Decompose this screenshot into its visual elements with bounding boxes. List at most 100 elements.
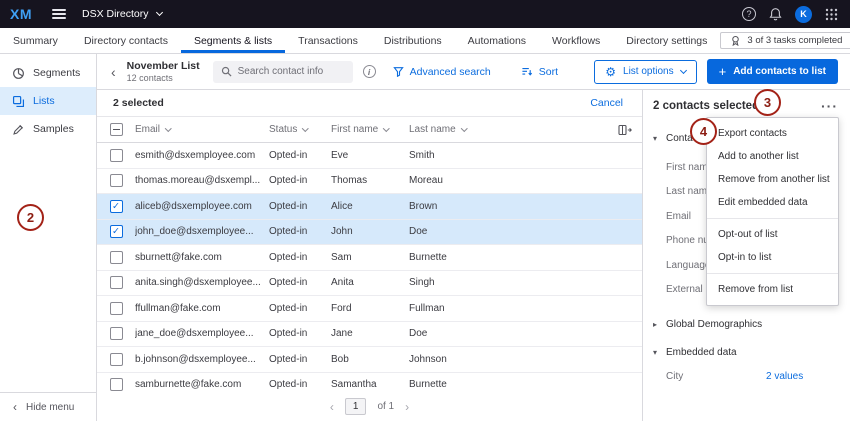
row-checkbox[interactable]: ✓ (110, 200, 123, 213)
xm-logo: XM (10, 6, 32, 22)
sidebar-item-lists[interactable]: Lists (0, 87, 96, 115)
add-contacts-button[interactable]: + Add contacts to list (707, 59, 838, 84)
sidebar-item-samples[interactable]: Samples (0, 115, 96, 143)
select-all-checkbox[interactable] (110, 123, 123, 136)
cell-email: john_doe@dsxemployee... (135, 226, 269, 237)
back-button[interactable]: ‹ (111, 65, 116, 79)
column-header-status[interactable]: Status (269, 124, 331, 135)
tab-transactions[interactable]: Transactions (285, 28, 371, 53)
chevron-down-icon (680, 66, 687, 73)
tab-workflows[interactable]: Workflows (539, 28, 613, 53)
prev-page-button[interactable]: ‹ (330, 401, 334, 413)
menu-item-remove-from-another-list[interactable]: Remove from another list (707, 168, 838, 191)
tab-segments-lists[interactable]: Segments & lists (181, 28, 285, 53)
list-title-block: November List 12 contacts (127, 60, 200, 83)
notifications-bell-icon[interactable] (769, 7, 782, 21)
cell-first-name: Eve (331, 150, 409, 161)
panel-header: 2 contacts selected ··· (653, 100, 838, 112)
row-checkbox[interactable] (110, 276, 123, 289)
column-header-first-name[interactable]: First name (331, 124, 409, 135)
cell-last-name: Smith (409, 150, 608, 161)
cell-email: esmith@dsxemployee.com (135, 150, 269, 161)
sidebar-item-segments[interactable]: Segments (0, 59, 96, 87)
row-checkbox[interactable] (110, 353, 123, 366)
sidebar-item-label: Samples (33, 123, 74, 135)
table-row[interactable]: ffullman@fake.comOpted-inFordFullman (97, 296, 642, 322)
table-row[interactable]: jane_doe@dsxemployee...Opted-inJaneDoe (97, 322, 642, 348)
cell-first-name: Anita (331, 277, 409, 288)
menu-item-export-contacts[interactable]: Export contacts (707, 122, 838, 145)
cell-first-name: Jane (331, 328, 409, 339)
row-checkbox[interactable] (110, 378, 123, 391)
search-box[interactable] (213, 61, 353, 83)
column-settings-icon[interactable] (608, 124, 642, 136)
column-header-email[interactable]: Email (135, 124, 269, 135)
tab-distributions[interactable]: Distributions (371, 28, 455, 53)
table-row[interactable]: b.johnson@dsxemployee...Opted-inBobJohns… (97, 347, 642, 373)
more-options-button[interactable]: ··· (821, 103, 838, 110)
hamburger-menu-icon[interactable] (52, 9, 66, 19)
info-icon[interactable]: i (363, 65, 376, 78)
row-checkbox[interactable] (110, 251, 123, 264)
menu-item-add-to-another-list[interactable]: Add to another list (707, 145, 838, 168)
search-input[interactable] (238, 66, 345, 77)
row-checkbox-cell (97, 327, 135, 340)
cell-status: Opted-in (269, 303, 331, 314)
menu-item-opt-out-of-list[interactable]: Opt-out of list (707, 223, 838, 246)
section-embedded-data[interactable]: ▾ Embedded data (653, 347, 838, 358)
row-checkbox[interactable] (110, 327, 123, 340)
gear-icon: ⚙ (605, 66, 616, 78)
tabbar: SummaryDirectory contactsSegments & list… (0, 28, 850, 54)
sort-button[interactable]: Sort (521, 66, 558, 78)
menu-item-opt-in-to-list[interactable]: Opt-in to list (707, 246, 838, 269)
next-page-button[interactable]: › (405, 401, 409, 413)
user-avatar[interactable]: K (795, 6, 812, 23)
table-row[interactable]: samburnette@fake.comOpted-inSamanthaBurn… (97, 373, 642, 392)
annotation-step-3: 3 (754, 89, 781, 116)
help-icon[interactable]: ? (742, 7, 756, 21)
page-number[interactable]: 1 (345, 398, 367, 415)
cell-last-name: Brown (409, 201, 608, 212)
row-checkbox[interactable] (110, 302, 123, 315)
selection-bar: 2 selected Cancel (97, 90, 642, 117)
row-checkbox[interactable] (110, 149, 123, 162)
list-toolbar: ‹ November List 12 contacts i Advanced s… (97, 54, 850, 90)
topbar-actions: ? K (742, 6, 838, 23)
list-options-button[interactable]: ⚙ List options (594, 60, 696, 84)
table-row[interactable]: thomas.moreau@dsxempl...Opted-inThomasMo… (97, 169, 642, 195)
city-values-link[interactable]: 2 values (766, 371, 803, 382)
tab-directory-contacts[interactable]: Directory contacts (71, 28, 181, 53)
tab-summary[interactable]: Summary (0, 28, 71, 53)
directory-selector[interactable]: DSX Directory (82, 8, 162, 20)
table-row[interactable]: ✓john_doe@dsxemployee...Opted-inJohnDoe (97, 220, 642, 246)
tab-automations[interactable]: Automations (455, 28, 539, 53)
cancel-selection-link[interactable]: Cancel (590, 97, 623, 109)
advanced-search-button[interactable]: Advanced search (393, 66, 491, 78)
cell-status: Opted-in (269, 201, 331, 212)
table-row[interactable]: esmith@dsxemployee.comOpted-inEveSmith (97, 143, 642, 169)
app: XM DSX Directory ? K SummaryDirectory co… (0, 0, 850, 421)
table-header-row: Email Status First name Last name (97, 117, 642, 143)
cell-email: b.johnson@dsxemployee... (135, 354, 269, 365)
apps-grid-icon[interactable] (825, 8, 838, 21)
menu-item-edit-embedded-data[interactable]: Edit embedded data (707, 191, 838, 214)
table-rows: esmith@dsxemployee.comOpted-inEveSmithth… (97, 143, 642, 391)
row-checkbox[interactable] (110, 174, 123, 187)
table-row[interactable]: anita.singh@dsxemployee...Opted-inAnitaS… (97, 271, 642, 297)
cell-email: sburnett@fake.com (135, 252, 269, 263)
chevron-down-icon (461, 125, 467, 131)
row-checkbox[interactable]: ✓ (110, 225, 123, 238)
section-global-demographics[interactable]: ▸ Global Demographics (653, 319, 838, 330)
tab-directory-settings[interactable]: Directory settings (613, 28, 720, 53)
toolbar-actions: ⚙ List options + Add contacts to list (594, 59, 838, 84)
sort-label: Sort (539, 66, 558, 78)
menu-item-remove-from-list[interactable]: Remove from list (707, 278, 838, 301)
cell-status: Opted-in (269, 328, 331, 339)
tasks-badge[interactable]: 3 of 3 tasks completed (720, 32, 850, 49)
triangle-right-icon: ▸ (653, 320, 660, 329)
table-row[interactable]: sburnett@fake.comOpted-inSamBurnette (97, 245, 642, 271)
table-row[interactable]: ✓aliceb@dsxemployee.comOpted-inAliceBrow… (97, 194, 642, 220)
column-header-last-name[interactable]: Last name (409, 124, 608, 135)
cell-last-name: Fullman (409, 303, 608, 314)
hide-menu-button[interactable]: ‹ Hide menu (0, 392, 96, 421)
